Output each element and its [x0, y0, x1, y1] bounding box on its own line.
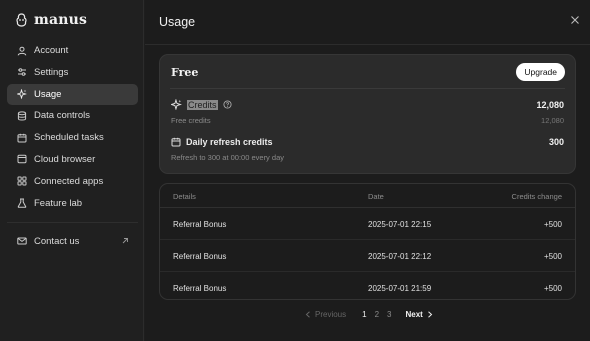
plan-divider [170, 88, 565, 89]
row-details: Referral Bonus [173, 284, 227, 293]
credits-row: Credits 12,080 [171, 99, 564, 110]
previous-label: Previous [315, 310, 347, 319]
sidebar-item-label: Settings [34, 66, 69, 78]
panel-header: Usage [145, 0, 590, 45]
previous-page-button[interactable]: Previous [305, 310, 346, 319]
chevron-right-icon [427, 311, 433, 318]
row-credits-change: +500 [543, 284, 562, 293]
sparkle-icon [17, 89, 27, 100]
close-icon[interactable] [570, 15, 580, 25]
page-2-button[interactable]: 2 [375, 310, 379, 319]
sidebar-item-label: Feature lab [34, 197, 83, 209]
table-header: Details Date Credits change [160, 184, 575, 208]
database-icon [17, 111, 27, 121]
pagination: Previous 1 2 3 Next [305, 310, 433, 319]
refresh-note-row: Refresh to 300 at 00:00 every day [171, 153, 564, 162]
row-details: Referral Bonus [173, 252, 227, 261]
refresh-note: Refresh to 300 at 00:00 every day [171, 153, 284, 162]
sidebar-item-cloud-browser[interactable]: Cloud browser [7, 149, 138, 170]
row-details: Referral Bonus [173, 220, 227, 229]
sidebar-item-settings[interactable]: Settings [7, 62, 138, 83]
credits-value: 12,080 [536, 99, 564, 110]
sliders-icon [18, 68, 26, 77]
free-credits-value: 12,080 [541, 116, 564, 125]
credits-history-table: Details Date Credits change Referral Bon… [159, 183, 576, 300]
row-date: 2025-07-01 22:12 [368, 252, 432, 261]
column-header-credits-change: Credits change [511, 192, 562, 201]
refresh-label: Daily refresh credits [186, 137, 273, 147]
refresh-row: Daily refresh credits 300 [171, 137, 564, 147]
sidebar-item-label: Scheduled tasks [34, 132, 104, 144]
row-date: 2025-07-01 22:15 [368, 220, 432, 229]
sidebar-divider [7, 221, 138, 223]
free-credits-label: Free credits [171, 116, 211, 125]
sidebar-item-contact-us[interactable]: Contact us [7, 231, 138, 252]
browser-icon [17, 155, 27, 164]
column-header-details: Details [173, 192, 196, 201]
sidebar-item-label: Data controls [34, 110, 90, 122]
page-1-button[interactable]: 1 [362, 310, 366, 319]
calendar-icon [17, 133, 27, 143]
sidebar-item-label: Cloud browser [34, 153, 96, 165]
credits-label: Credits [187, 99, 218, 110]
column-header-date: Date [368, 192, 384, 201]
sidebar-item-label: Connected apps [34, 175, 104, 187]
apps-grid-icon [17, 176, 27, 186]
usage-panel: Usage Free Upgrade Credits 12,080 Free c… [145, 0, 590, 341]
manus-logo-icon [16, 13, 27, 27]
free-credits-row: Free credits 12,080 [171, 116, 564, 125]
sidebar-nav: Account Settings Usage Data controls Sch… [7, 40, 138, 252]
page-title: Usage [159, 15, 196, 29]
external-link-arrow-icon [122, 238, 128, 244]
sidebar: manus Account Settings Usage Data contro… [0, 0, 144, 341]
sidebar-item-label: Contact us [34, 235, 80, 247]
sparkle-icon [171, 99, 182, 110]
next-label: Next [405, 310, 423, 319]
help-circle-icon[interactable] [222, 100, 232, 109]
sidebar-item-feature-lab[interactable]: Feature lab [7, 193, 138, 214]
sidebar-item-scheduled-tasks[interactable]: Scheduled tasks [7, 127, 138, 148]
page-3-button[interactable]: 3 [387, 310, 391, 319]
sidebar-item-connected-apps[interactable]: Connected apps [7, 171, 138, 192]
mail-icon [17, 237, 27, 245]
row-credits-change: +500 [543, 220, 562, 229]
user-icon [17, 46, 27, 56]
row-credits-change: +500 [543, 252, 562, 261]
upgrade-button[interactable]: Upgrade [516, 63, 565, 81]
flask-icon [17, 198, 27, 208]
plan-card: Free Upgrade Credits 12,080 Free credits… [159, 54, 576, 174]
row-date: 2025-07-01 21:59 [368, 284, 432, 293]
sidebar-item-data-controls[interactable]: Data controls [7, 105, 138, 126]
sidebar-item-label: Usage [34, 88, 62, 100]
brand-logo[interactable]: manus [15, 12, 87, 28]
table-row: Referral Bonus 2025-07-01 22:12 +500 [160, 240, 575, 272]
plan-name: Free [171, 66, 199, 79]
calendar-refresh-icon [171, 137, 181, 147]
table-row: Referral Bonus 2025-07-01 22:15 +500 [160, 208, 575, 240]
table-row: Referral Bonus 2025-07-01 21:59 +500 [160, 272, 575, 299]
next-page-button[interactable]: Next [405, 310, 433, 319]
sidebar-item-label: Account [34, 45, 69, 56]
sidebar-item-account[interactable]: Account [7, 40, 138, 61]
sidebar-item-usage[interactable]: Usage [7, 83, 138, 105]
brand-name: manus [34, 12, 88, 28]
chevron-left-icon [305, 311, 310, 318]
refresh-value: 300 [548, 137, 564, 147]
